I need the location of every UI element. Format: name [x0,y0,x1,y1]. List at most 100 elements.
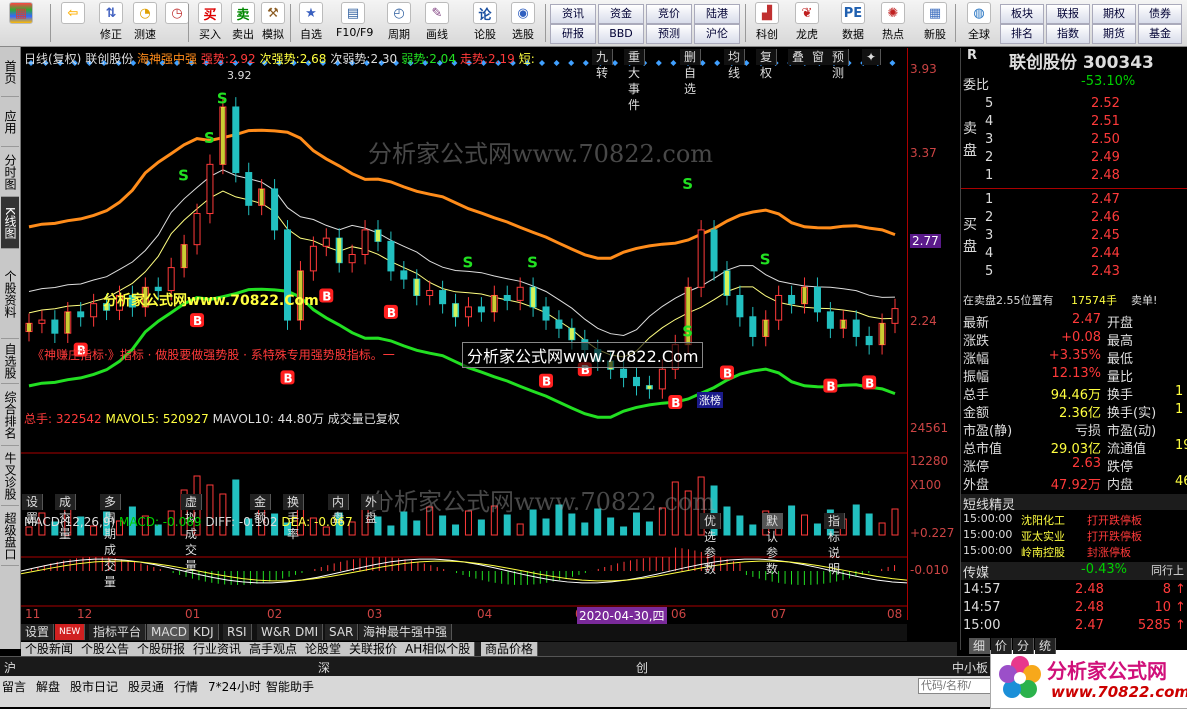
left-tab-6[interactable]: 综合排名 [1,384,19,446]
bottom-bar-item[interactable]: 行情 [174,678,198,695]
indicator-tab[interactable]: MACD [147,624,192,640]
toolbar-button-15[interactable]: ❦ 龙虎 [790,2,824,44]
toolbar-button-14[interactable]: ▟ 科创 [750,2,784,44]
bottom-bar-item[interactable]: 股市日记 [70,678,118,695]
volume-tab[interactable]: 内盘 [328,494,350,525]
indicator-tab[interactable]: DMI [291,624,324,640]
left-tab-5[interactable]: 自选股 [1,339,19,384]
indicator-tab[interactable]: 指标平台 [89,624,147,640]
stat-label-2: 市盈(动) [1107,424,1157,439]
chart-tool-button[interactable]: 九转 [592,49,614,80]
toolbar-right-button[interactable]: 指数 [1046,24,1090,44]
news-tab[interactable]: 商品价格 [481,642,539,656]
toolbar-button-10[interactable]: ◴ 周期 [382,2,416,44]
volume-tab[interactable]: 多周期成交量 [100,494,122,589]
quote-bottom-tab[interactable]: 统 [1035,638,1057,654]
chart-tool-button[interactable]: 均线 [724,49,746,80]
quote-bottom-tab[interactable]: 价 [991,638,1013,654]
pin-icon[interactable]: ✦ [862,49,882,65]
left-tab-1[interactable]: 应用 [1,97,19,147]
left-tab-4[interactable]: 个股资料 [1,249,19,339]
toolbar-grid-button[interactable]: 竞价 [646,4,692,24]
volume-tab[interactable]: 外盘 [361,494,383,525]
chart-tool-button[interactable]: 重大事件 [624,49,646,112]
toolbar-button-7[interactable]: ⚒ 模拟 [256,2,290,44]
news-tab[interactable]: 高手观点 [245,642,303,656]
volume-tab[interactable]: 金额 [250,494,272,525]
volume-tab[interactable]: 设置 [22,494,44,525]
toolbar-button-19[interactable]: ◍ 全球 [962,2,996,44]
bottom-bar-item[interactable]: 解盘 [36,678,60,695]
news-tab[interactable]: 个股新闻 [21,642,79,656]
volume-tab[interactable]: 成交量 [55,494,77,541]
toolbar-right-button[interactable]: 基金 [1138,24,1182,44]
short-time: 15:00:00 [963,544,1013,557]
indicator-tab[interactable]: 海神最牛强中强 [359,624,453,640]
news-tab[interactable]: 论股堂 [301,642,347,656]
news-tab[interactable]: AH相似个股 [401,642,476,656]
toolbar-button-3[interactable]: ◔ 测速 [128,2,162,44]
volume-tab[interactable]: 换手率 [283,494,305,541]
chart-tool-button[interactable]: 预测 [828,49,850,80]
toolbar-right-button[interactable]: 排名 [1000,24,1044,44]
toolbar-right-button[interactable]: 债券 [1138,4,1182,24]
left-tab-3[interactable]: K线图 [1,197,19,249]
toolbar-right-button[interactable]: 联报 [1046,4,1090,24]
chart-tool-button[interactable]: 窗 [808,49,830,65]
news-tab[interactable]: 关联报价 [345,642,403,656]
toolbar-button-17[interactable]: ✺ 热点 [876,2,910,44]
left-tab-8[interactable]: 超级盘口 [1,506,19,566]
toolbar-button-8[interactable]: ★ 自选 [294,2,328,44]
indicator-tab[interactable]: SAR [325,624,359,640]
toolbar-button-5[interactable]: 买买入 [193,2,227,44]
toolbar-button-16[interactable]: PE 数据 [836,2,870,44]
indicator-tab[interactable]: 设置 [21,624,55,640]
toolbar-grid-button[interactable]: BBD [598,24,644,44]
indicator-tab[interactable]: KDJ [189,624,219,640]
quote-bottom-tab[interactable]: 细 [969,638,991,654]
toolbar-right-button[interactable]: 期权 [1092,4,1136,24]
toolbar-button-11[interactable]: ✎ 画线 [420,2,454,44]
news-tab[interactable]: 行业资讯 [189,642,247,656]
macd-tab[interactable]: 默认参数 [762,513,784,576]
chart-tool-button[interactable]: 叠 [788,49,810,65]
toolbar-grid-button[interactable]: 沪伦 [694,24,740,44]
volume-bar [477,519,485,536]
indicator-tab[interactable]: NEW [55,624,86,640]
news-tab[interactable]: 个股研报 [133,642,191,656]
indicator-tab[interactable]: RSI [223,624,252,640]
left-tab-7[interactable]: 牛叉诊股 [1,446,19,506]
bottom-bar-item[interactable]: 7*24小时 [208,678,261,695]
quote-bottom-tab[interactable]: 分 [1013,638,1035,654]
toolbar-button-2[interactable]: ⇅ 修正 [94,2,128,44]
toolbar-button-18[interactable]: ▦ 新股 [918,2,952,44]
bottom-bar-item[interactable]: 股灵通 [128,678,164,695]
macd-tab[interactable]: 优选参数 [700,513,722,576]
toolbar-button-6[interactable]: 卖卖出 [226,2,260,44]
indicator-tab[interactable]: W&R [257,624,296,640]
toolbar-button-13[interactable]: ◉ 选股 [506,2,540,44]
macd-tab[interactable]: 指标说明 [824,513,846,576]
toolbar-button-0[interactable]: ▦ [4,2,38,44]
bottom-bar-item[interactable]: 智能助手 [266,678,314,695]
toolbar-grid-button[interactable]: 预测 [646,24,692,44]
code-search-input[interactable] [918,678,994,694]
toolbar-grid-button[interactable]: 研报 [550,24,596,44]
chart-tool-button[interactable]: 删自选 [680,49,702,96]
volume-tab[interactable]: 虚拟成交量 [181,494,203,573]
toolbar-grid-button[interactable]: 陆港 [694,4,740,24]
left-tab-2[interactable]: 分时图 [1,147,19,197]
toolbar-grid-button[interactable]: 资讯 [550,4,596,24]
toolbar-button-9[interactable]: ▤ F10/F9 [336,2,373,44]
toolbar-button-1[interactable]: ⇦ [56,2,90,44]
news-tab[interactable]: 个股公告 [77,642,135,656]
chart-tool-button[interactable]: 复权 [756,49,778,80]
toolbar-right-button[interactable]: 板块 [1000,4,1044,24]
toolbar-grid-button[interactable]: 资金 [598,4,644,24]
buy-signal-label: B [322,289,331,303]
volume-bar [387,525,395,536]
bottom-bar-item[interactable]: 留言 [2,678,26,695]
toolbar-right-button[interactable]: 期货 [1092,24,1136,44]
toolbar-button-12[interactable]: 论论股 [468,2,502,44]
left-tab-0[interactable]: 首页 [1,47,19,97]
